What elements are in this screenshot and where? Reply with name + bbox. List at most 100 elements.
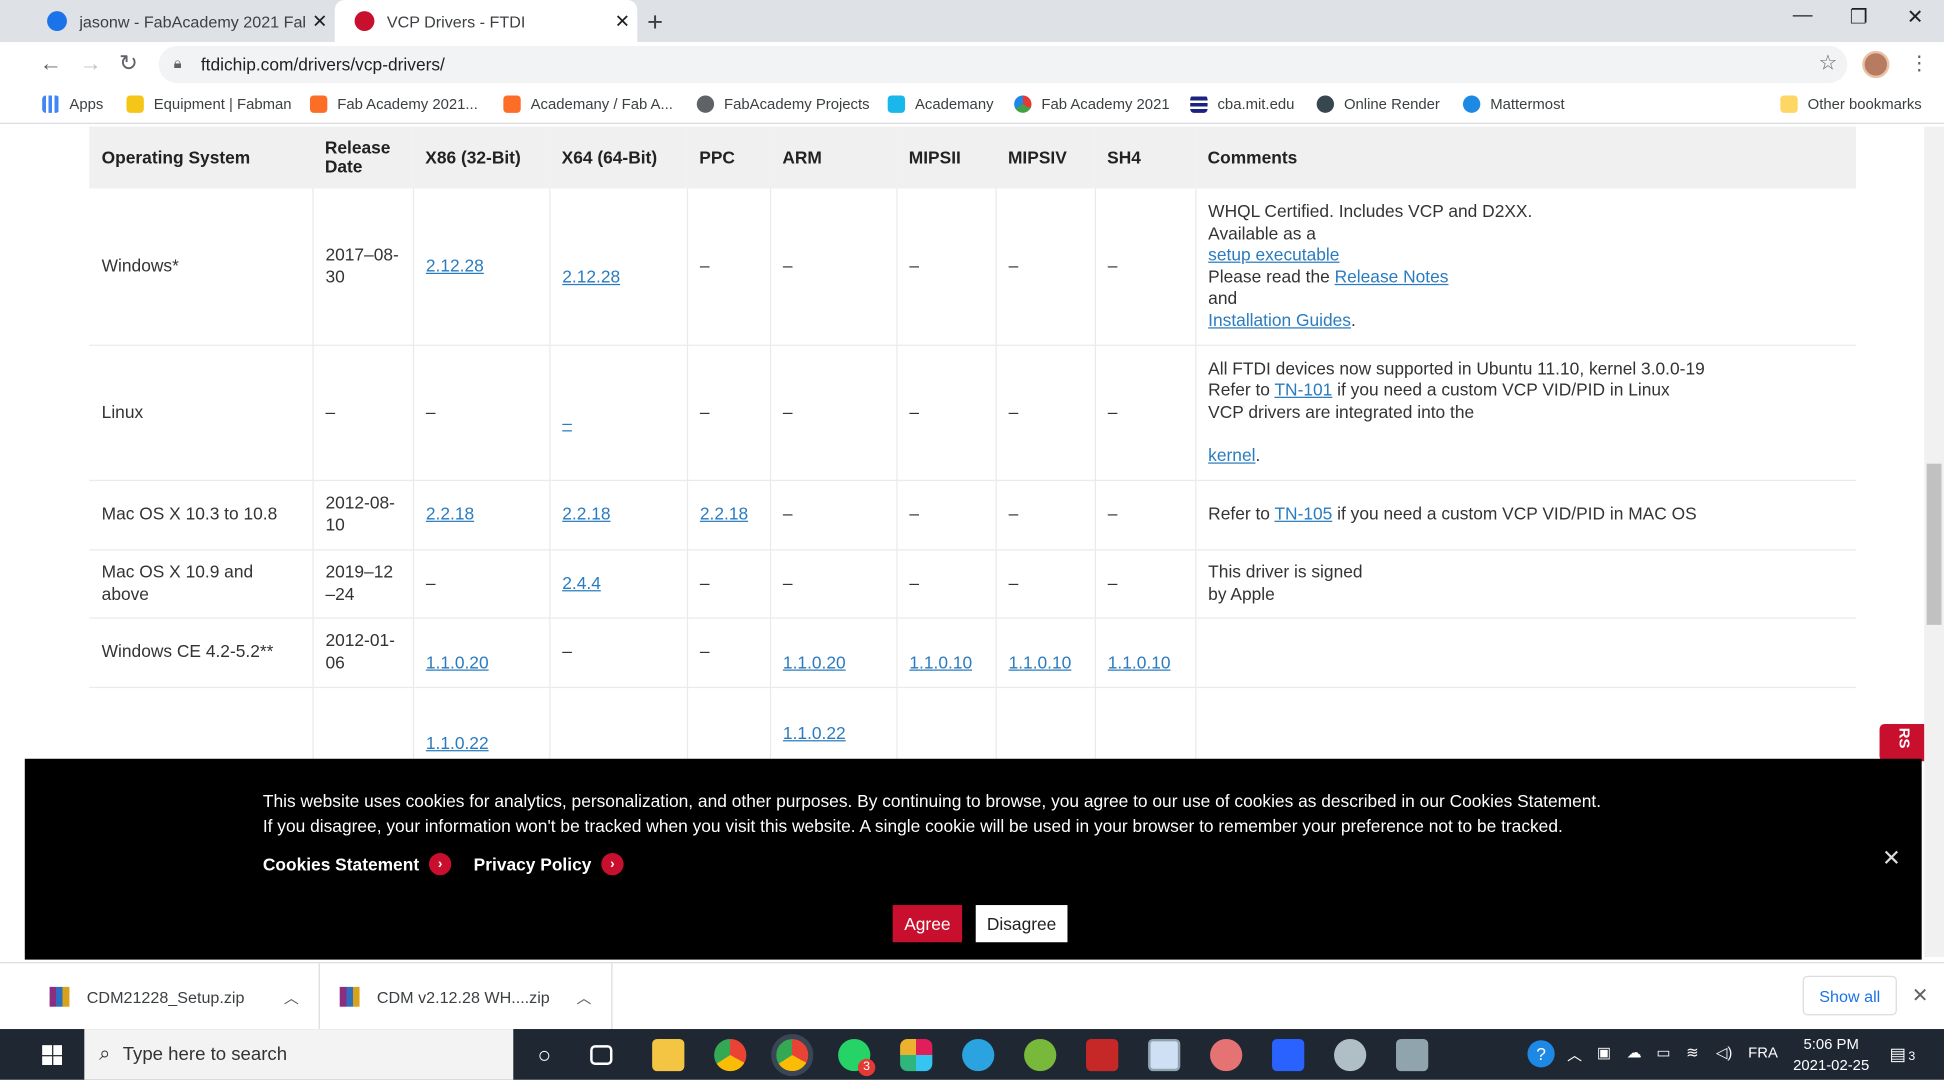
notification-icon[interactable]: ▤ 3 <box>1889 1044 1915 1065</box>
side-feedback-tab[interactable]: RS <box>1879 724 1925 762</box>
bookmark-fabacademy-projects[interactable]: FabAcademy Projects <box>696 95 870 113</box>
remote-desktop-icon[interactable] <box>1148 1038 1181 1072</box>
show-all-button[interactable]: Show all <box>1802 975 1897 1016</box>
gear-icon <box>1316 95 1335 113</box>
bookmark-other[interactable]: Other bookmarks <box>1780 95 1922 113</box>
ppc-cell: – <box>686 549 771 619</box>
telegram-icon[interactable] <box>962 1038 995 1072</box>
driver-link[interactable]: 2.4.4 <box>562 572 601 592</box>
profile-avatar[interactable] <box>1862 50 1890 79</box>
volume-icon[interactable]: ◁) <box>1716 1044 1732 1061</box>
reload-icon[interactable]: ↻ <box>119 51 138 77</box>
menu-icon[interactable]: ⋮ <box>1909 51 1929 76</box>
bookmark-equipment[interactable]: Equipment | Fabman <box>126 95 292 113</box>
paint-icon[interactable] <box>1334 1038 1367 1072</box>
meet-icon[interactable]: ▣ <box>1597 1044 1611 1061</box>
chevron-up-icon[interactable]: ︿ <box>576 986 591 1007</box>
maximize-icon[interactable]: ❐ <box>1850 5 1868 30</box>
close-icon[interactable]: ✕ <box>1912 983 1929 1008</box>
comment-cell: This driver is signed by Apple <box>1195 549 1856 619</box>
language-indicator[interactable]: FRA <box>1748 1044 1778 1061</box>
bookmark-academany-fab[interactable]: Academany / Fab A... <box>503 95 673 113</box>
cortana-icon[interactable]: ○ <box>528 1039 560 1071</box>
close-tab-icon[interactable]: ✕ <box>608 10 638 32</box>
close-tab-icon[interactable]: ✕ <box>305 10 335 32</box>
driver-link[interactable]: 1.1.0.10 <box>1108 652 1171 672</box>
bookmark-online-render[interactable]: Online Render <box>1316 95 1440 113</box>
setup-executable-link[interactable]: setup executable <box>1208 244 1339 264</box>
disagree-button[interactable]: Disagree <box>975 905 1068 943</box>
network-app-icon[interactable] <box>1210 1038 1243 1072</box>
folder-icon <box>1780 95 1798 113</box>
driver-link[interactable]: 2.2.18 <box>426 504 474 524</box>
release-notes-link[interactable]: Release Notes <box>1335 266 1449 286</box>
lock-icon[interactable]: 🔒︎ <box>174 55 182 74</box>
taskbar-search[interactable]: ⌕ Type here to search <box>84 1029 514 1080</box>
chevron-up-icon[interactable]: ︿ <box>284 986 299 1007</box>
driver-link[interactable]: 1.1.0.22 <box>783 722 846 742</box>
new-tab-icon[interactable]: + <box>647 6 663 38</box>
clock[interactable]: 5:06 PM 2021-02-25 <box>1785 1034 1877 1076</box>
windows-start-icon[interactable] <box>42 1045 62 1065</box>
page-scrollbar[interactable] <box>1924 126 1944 958</box>
tab-vcp-drivers[interactable]: VCP Drivers - FTDI ✕ <box>334 0 638 43</box>
arm-cell: – <box>769 549 897 619</box>
bookmark-mattermost[interactable]: Mattermost <box>1462 95 1565 113</box>
tn-101-link[interactable]: TN-101 <box>1274 380 1332 400</box>
onedrive-icon[interactable]: ☁ <box>1627 1044 1642 1061</box>
whatsapp-icon[interactable]: 3 <box>838 1038 876 1077</box>
driver-link[interactable]: 1.1.0.20 <box>426 652 489 672</box>
privacy-policy-link[interactable]: Privacy Policy <box>474 854 592 874</box>
os-cell: Windows* <box>89 188 314 346</box>
tab-strip: jasonw - FabAcademy 2021 Fab... ✕ VCP Dr… <box>0 0 1944 43</box>
slack-icon[interactable] <box>900 1038 933 1072</box>
driver-link[interactable]: 2.2.18 <box>562 504 610 524</box>
installation-guides-link[interactable]: Installation Guides <box>1208 310 1351 330</box>
kernel-link[interactable]: kernel <box>1208 445 1255 465</box>
chevron-right-icon[interactable]: › <box>429 852 452 876</box>
driver-link[interactable]: 1.1.0.10 <box>1009 652 1072 672</box>
fusion-app-icon[interactable] <box>1086 1038 1119 1072</box>
download-item[interactable]: CDM21228_Setup.zip ︿ <box>0 963 320 1031</box>
forward-icon[interactable]: → <box>79 51 101 77</box>
task-view-icon[interactable] <box>590 1045 613 1065</box>
close-icon[interactable]: ✕ <box>1882 846 1901 872</box>
driver-link[interactable]: 2.2.18 <box>700 504 748 524</box>
driver-link[interactable]: 2.12.28 <box>426 255 484 275</box>
utorrent-icon[interactable] <box>1024 1038 1057 1072</box>
bookmark-apps[interactable]: Apps <box>42 95 103 113</box>
chevron-up-icon[interactable]: ︿ <box>1567 1044 1582 1065</box>
help-icon[interactable]: ? <box>1527 1040 1555 1068</box>
battery-icon[interactable]: ▭ <box>1656 1044 1670 1061</box>
driver-link[interactable]: 2.12.28 <box>562 266 620 286</box>
bookmark-star-icon[interactable]: ☆ <box>1818 51 1837 76</box>
header-ppc: PPC <box>686 126 770 189</box>
address-bar[interactable]: 🔒︎ ftdichip.com/drivers/vcp-drivers/ ☆ <box>158 45 1848 84</box>
bookmark-fab-academy[interactable]: Fab Academy 2021... <box>309 95 478 113</box>
scrollbar-thumb[interactable] <box>1926 463 1942 625</box>
driver-link[interactable]: – <box>562 412 572 432</box>
powershell-icon[interactable] <box>1272 1038 1305 1072</box>
driver-link[interactable]: 1.1.0.10 <box>909 652 972 672</box>
driver-link[interactable]: 1.1.0.20 <box>783 652 846 672</box>
minimize-icon[interactable]: — <box>1793 5 1813 27</box>
file-explorer-icon[interactable] <box>652 1038 685 1072</box>
back-icon[interactable]: ← <box>40 51 62 77</box>
chevron-right-icon[interactable]: › <box>601 852 624 876</box>
chrome-icon[interactable] <box>714 1038 747 1072</box>
header-x64: X64 (64-Bit) <box>549 126 687 189</box>
tn-105-link[interactable]: TN-105 <box>1274 504 1332 524</box>
download-item[interactable]: CDM v2.12.28 WH....zip ︿ <box>320 963 613 1031</box>
cookies-statement-link[interactable]: Cookies Statement <box>263 854 419 874</box>
bookmark-fab-academy-2021[interactable]: Fab Academy 2021 <box>1014 95 1170 113</box>
close-window-icon[interactable]: ✕ <box>1907 5 1924 30</box>
driver-link[interactable]: 1.1.0.22 <box>426 732 489 752</box>
agree-button[interactable]: Agree <box>892 905 963 943</box>
bookmark-cba[interactable]: cba.mit.edu <box>1190 95 1294 113</box>
mipsii-cell: – <box>896 188 997 346</box>
printer-app-icon[interactable] <box>1396 1038 1429 1072</box>
wifi-icon[interactable]: ≋ <box>1686 1044 1698 1061</box>
tab-fabacademy[interactable]: jasonw - FabAcademy 2021 Fab... ✕ <box>27 0 334 42</box>
bookmark-academany[interactable]: Academany <box>887 95 994 113</box>
chrome-active-icon[interactable] <box>771 1033 814 1077</box>
